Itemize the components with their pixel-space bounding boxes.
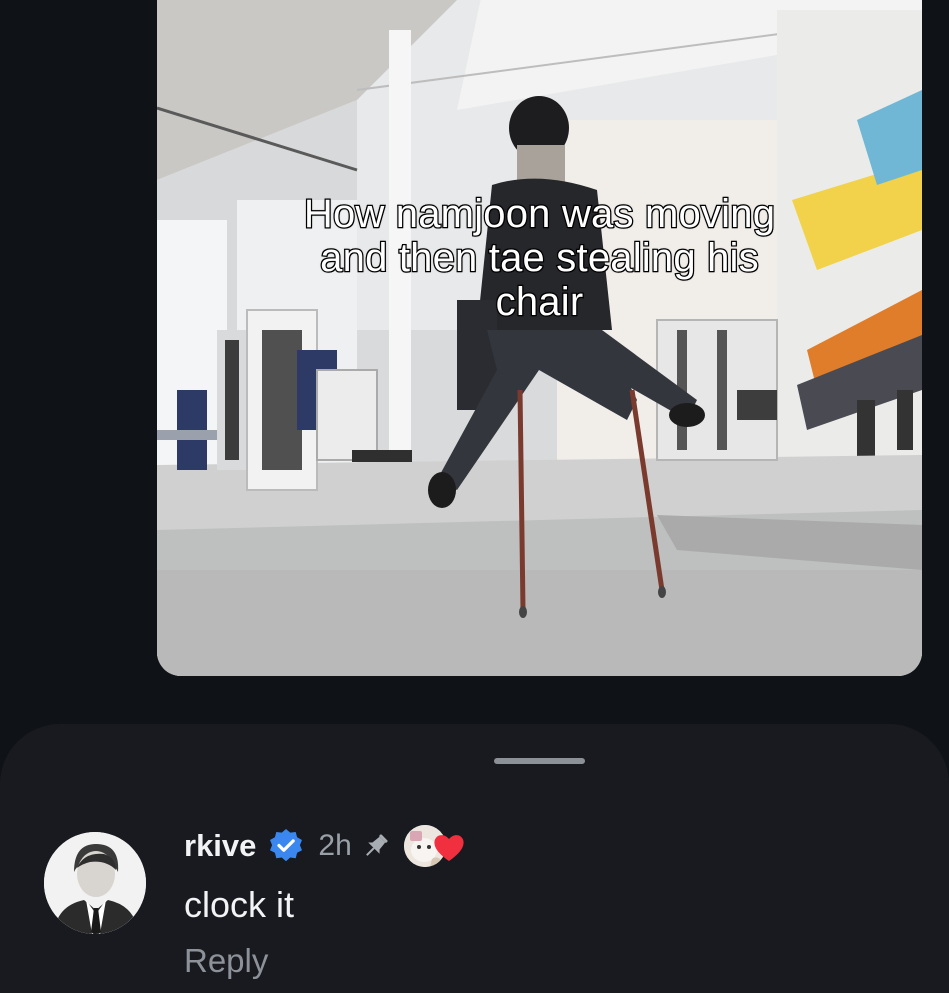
heart-icon	[434, 835, 464, 861]
video-frame	[157, 0, 922, 676]
video-caption: How namjoon was moving and then tae stea…	[303, 191, 776, 325]
verified-badge-icon	[270, 829, 303, 862]
comment-timestamp: 2h	[318, 829, 352, 862]
comment-text: clock it	[184, 884, 295, 925]
creator-liked-indicator	[403, 823, 470, 869]
video-card[interactable]: How namjoon was moving and then tae stea…	[157, 0, 922, 676]
comment-meta: rkive 2h	[184, 823, 470, 869]
sheet-drag-handle[interactable]	[494, 758, 585, 764]
reply-button[interactable]: Reply	[184, 942, 268, 980]
avatar-portrait	[44, 832, 146, 934]
username[interactable]: rkive	[184, 828, 256, 864]
pin-icon	[365, 834, 388, 856]
avatar[interactable]	[44, 832, 146, 934]
comments-sheet: rkive 2h clock it Reply	[0, 724, 949, 993]
